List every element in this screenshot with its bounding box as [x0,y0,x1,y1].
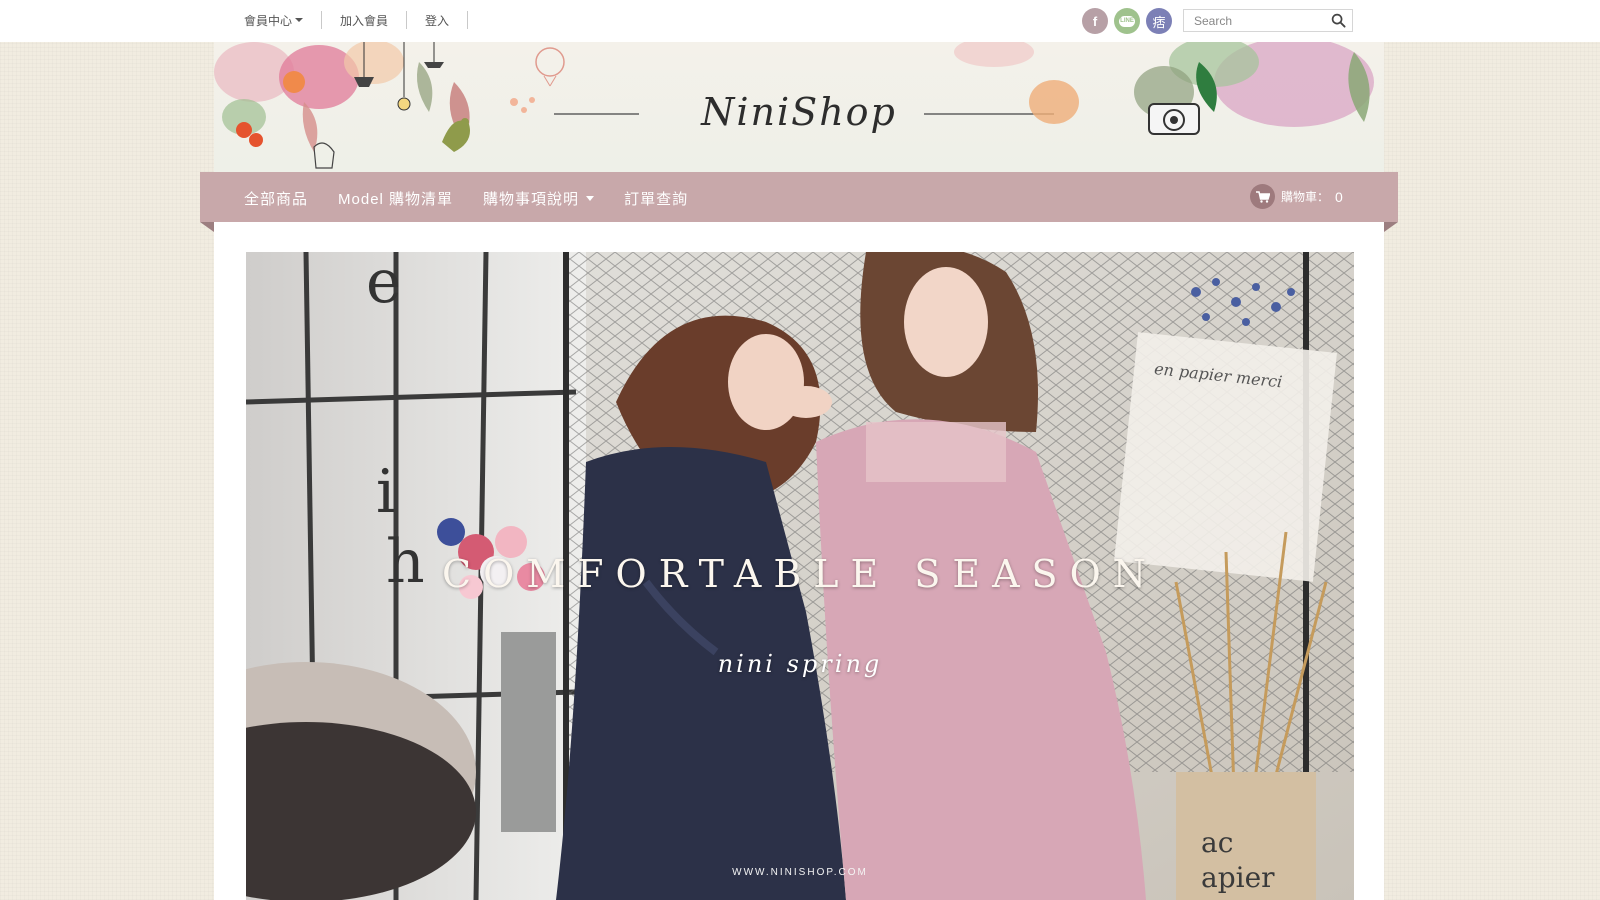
join-member-link[interactable]: 加入會員 [340,12,388,29]
line-icon[interactable]: LINE [1114,8,1140,34]
cart-count: 0 [1335,188,1343,205]
header-banner: NiniShop [214,42,1384,172]
nav-ribbon-fold-right [1384,222,1398,232]
login-link[interactable]: 登入 [425,12,449,29]
cart-label: 購物車： [1281,190,1330,204]
nav-all-products[interactable]: 全部商品 [244,188,308,209]
divider [321,11,323,29]
divider [467,11,469,29]
nav-model-list[interactable]: Model 購物清單 [338,188,453,209]
nav-ribbon-fold-left [200,222,214,232]
pixnet-icon[interactable]: 痞 [1146,8,1172,34]
pixnet-glyph: 痞 [1152,14,1166,30]
svg-text:i: i [376,457,395,527]
site-logo[interactable]: NiniShop [214,90,1384,134]
svg-text:e: e [366,252,402,317]
main-nav: 全部商品 Model 購物清單 購物事項說明 訂單查詢 購物車： 0 [200,172,1398,222]
cart-button[interactable]: 購物車： 0 [1250,184,1343,209]
hero-title: COMFORTABLE SEASON [442,552,1158,596]
cart-icon [1255,190,1270,203]
line-bubble: LINE [1119,15,1135,27]
chevron-down-icon [586,196,595,201]
nav-order-lookup[interactable]: 訂單查詢 [624,188,688,209]
hero-subtitle: nini spring [717,650,883,678]
facebook-icon[interactable]: f [1082,8,1108,34]
chevron-down-icon [295,18,304,22]
search-icon[interactable] [1331,13,1346,28]
member-center-dropdown[interactable]: 會員中心 [244,12,304,29]
hero-watermark-url: WWW.NINISHOP.COM [732,867,868,878]
search-input[interactable] [1184,10,1324,31]
search-box [1183,9,1353,32]
nav-shopping-guide[interactable]: 購物事項說明 [483,188,595,209]
top-bar: 會員中心 加入會員 登入 f LINE 痞 [0,0,1600,42]
hero-banner[interactable]: e i h en papier merci ac apier COMFORTAB… [246,252,1354,900]
member-center-label: 會員中心 [244,13,293,28]
account-links: 會員中心 加入會員 登入 [244,11,486,29]
facebook-letter: f [1092,13,1098,29]
svg-text:ac: ac [1201,826,1233,859]
divider [406,11,408,29]
cart-icon-wrap [1250,184,1275,209]
nav-items: 全部商品 Model 購物清單 購物事項說明 訂單查詢 [244,188,718,209]
nav-shopping-guide-label: 購物事項說明 [483,191,580,208]
